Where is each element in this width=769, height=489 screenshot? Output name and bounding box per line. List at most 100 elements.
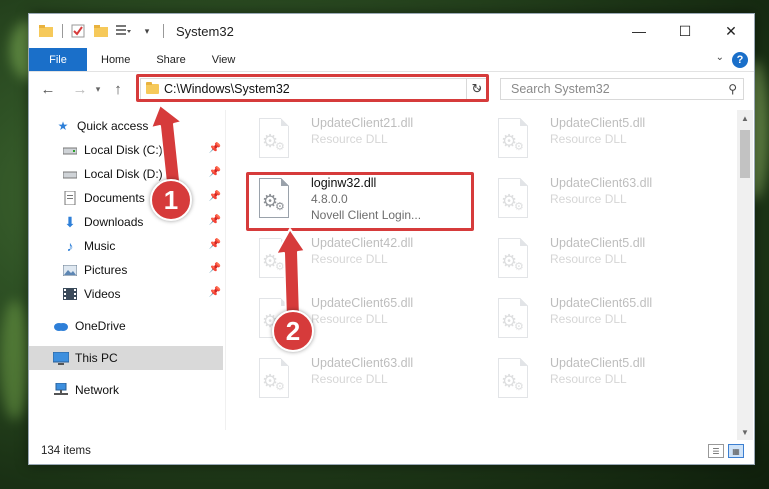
recent-locations-icon[interactable]: ▾ (91, 78, 105, 100)
forward-arrow-icon[interactable]: → (69, 78, 91, 100)
pin-icon[interactable]: 📌 (209, 191, 221, 202)
file-item[interactable]: ⚙⚙ UpdateClient65.dll Resource DLL (484, 294, 714, 348)
file-detail: Resource DLL (550, 192, 627, 206)
file-name: loginw32.dll (311, 176, 377, 190)
sidebar-item-label: Videos (84, 287, 121, 301)
pin-icon[interactable]: 📌 (209, 167, 221, 178)
sidebar-item-local-disk-c[interactable]: Local Disk (C:) 📌 (29, 138, 223, 162)
divider (163, 24, 164, 38)
pane-divider (225, 110, 226, 430)
file-name: UpdateClient5.dll (550, 356, 646, 370)
tiles-view-icon[interactable]: ▦ (728, 444, 744, 458)
dll-file-icon: ⚙⚙ (255, 358, 295, 404)
sidebar-item-downloads[interactable]: ⬇ Downloads 📌 (29, 210, 223, 234)
address-bar[interactable]: C:\Windows\System32 ⌄ (140, 78, 488, 100)
sidebar-item-quick-access[interactable]: ★ Quick access (29, 114, 223, 138)
sidebar-item-network[interactable]: Network (29, 378, 223, 402)
file-name: UpdateClient21.dll (311, 116, 414, 130)
chevron-down-icon[interactable]: ▾ (138, 22, 156, 40)
file-name: UpdateClient5.dll (550, 236, 646, 250)
sidebar-item-label: Documents (84, 191, 145, 205)
videos-icon (62, 286, 78, 302)
vertical-scrollbar[interactable]: ▲ ▼ (737, 110, 753, 440)
close-button[interactable]: ✕ (708, 14, 754, 48)
back-arrow-icon[interactable]: ← (37, 78, 59, 100)
file-item[interactable]: ⚙ ⚙ UpdateClient21.dll Resource DLL (245, 114, 475, 168)
sidebar-item-onedrive[interactable]: OneDrive (29, 314, 223, 338)
dll-file-icon: ⚙⚙ (255, 238, 295, 284)
minimize-button[interactable]: — (616, 14, 662, 48)
file-item[interactable]: ⚙ ⚙ UpdateClient63.dll Resource DLL (484, 174, 714, 228)
file-name: UpdateClient63.dll (550, 176, 653, 190)
search-input[interactable]: Search System32 ⚲ (500, 78, 744, 100)
pin-icon[interactable]: 📌 (209, 215, 221, 226)
dll-file-icon: ⚙⚙ (494, 178, 534, 224)
file-detail: Resource DLL (311, 132, 388, 146)
music-icon: ♪ (66, 238, 74, 254)
step-marker-2: 2 (272, 310, 314, 352)
pin-icon[interactable]: 📌 (209, 263, 221, 274)
file-detail: Resource DLL (550, 372, 627, 386)
file-item-loginw32[interactable]: ⚙ ⚙ loginw32.dll 4.8.0.0 Novell Client Lo… (245, 174, 475, 228)
network-icon (53, 382, 69, 398)
star-icon: ★ (57, 119, 69, 133)
navigation-pane: ★ Quick access Local Disk (C:) 📌 Local D… (29, 110, 225, 430)
quick-access-toolbar: ▾ (29, 14, 170, 48)
cloud-icon (53, 318, 69, 334)
file-detail: Resource DLL (311, 372, 388, 386)
file-detail: Resource DLL (311, 312, 388, 326)
sidebar-item-music[interactable]: ♪ Music 📌 (29, 234, 223, 258)
sidebar-item-local-disk-d[interactable]: Local Disk (D:) 📌 (29, 162, 223, 186)
new-folder-icon[interactable] (92, 22, 110, 40)
details-view-icon[interactable]: ☰ (708, 444, 724, 458)
file-name: UpdateClient42.dll (311, 236, 414, 250)
sidebar-item-videos[interactable]: Videos 📌 (29, 282, 223, 306)
scroll-up-icon[interactable]: ▲ (737, 110, 753, 126)
up-arrow-icon[interactable]: ↑ (107, 78, 129, 100)
file-name: UpdateClient65.dll (550, 296, 653, 310)
properties-icon[interactable] (69, 22, 87, 40)
sidebar-item-label: Local Disk (D:) (84, 167, 163, 181)
file-item[interactable]: ⚙ ⚙ UpdateClient5.dll Resource DLL (484, 114, 714, 168)
file-description: Novell Client Login... (311, 208, 422, 222)
pin-icon[interactable]: 📌 (209, 143, 221, 154)
customize-toolbar-icon[interactable] (115, 22, 133, 40)
file-explorer-window: ▾ System32 — ☐ ✕ File Home Share View ⌄ … (28, 13, 755, 465)
tab-share[interactable]: Share (143, 48, 198, 71)
tab-file[interactable]: File (29, 48, 87, 71)
search-placeholder: Search System32 (511, 82, 610, 96)
file-name: UpdateClient5.dll (550, 116, 646, 130)
window-title: System32 (176, 23, 234, 39)
file-detail: Resource DLL (550, 252, 627, 266)
title-bar: ▾ System32 — ☐ ✕ (29, 14, 754, 48)
sidebar-item-this-pc[interactable]: This PC (29, 346, 223, 370)
documents-icon (62, 190, 78, 206)
item-count: 134 items (41, 445, 91, 457)
sidebar-item-documents[interactable]: Documents 📌 (29, 186, 223, 210)
pin-icon[interactable]: 📌 (209, 287, 221, 298)
refresh-button[interactable]: ↻ (466, 78, 488, 100)
help-button[interactable]: ? (732, 52, 748, 68)
divider (62, 24, 63, 38)
tab-home[interactable]: Home (87, 48, 143, 71)
expand-ribbon-icon[interactable]: ⌄ (716, 52, 724, 63)
sidebar-item-pictures[interactable]: Pictures 📌 (29, 258, 223, 282)
view-toggle: ☰ ▦ (708, 444, 744, 458)
maximize-button[interactable]: ☐ (662, 14, 708, 48)
file-item[interactable]: ⚙ ⚙ UpdateClient5.dll Resource DLL (484, 234, 714, 288)
sidebar-item-label: This PC (75, 351, 118, 365)
pin-icon[interactable]: 📌 (209, 239, 221, 250)
file-item[interactable]: ⚙ ⚙ UpdateClient42.dll Resource DLL (245, 234, 475, 288)
folder-icon (37, 22, 55, 40)
window-controls: — ☐ ✕ (616, 14, 754, 48)
scrollbar-thumb[interactable] (740, 130, 750, 178)
file-item[interactable]: ⚙ ⚙ UpdateClient63.dll Resource DLL (245, 354, 475, 408)
dll-file-icon: ⚙⚙ (494, 118, 534, 164)
download-icon: ⬇ (64, 213, 76, 230)
tab-view[interactable]: View (199, 48, 249, 71)
sidebar-item-label: Music (84, 239, 116, 253)
file-item[interactable]: ⚙ ⚙ UpdateClient5.dll Resource DLL (484, 354, 714, 408)
drive-icon (62, 166, 78, 182)
dll-file-icon: ⚙⚙ (494, 238, 534, 284)
ribbon-tabs: File Home Share View ⌄ ? (29, 48, 754, 72)
